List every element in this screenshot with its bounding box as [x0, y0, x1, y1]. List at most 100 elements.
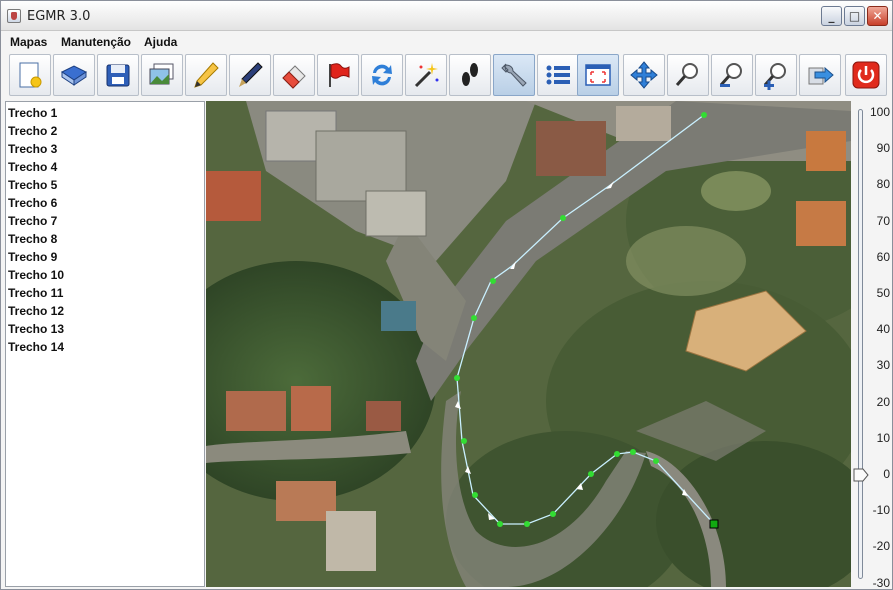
- zoom-scale-label: -10: [872, 503, 890, 518]
- zoom-in-icon: [763, 63, 786, 90]
- zoom-button[interactable]: [667, 54, 709, 96]
- open-button[interactable]: [53, 54, 95, 96]
- zoom-out-icon: [719, 63, 742, 87]
- zoom-scale-label: 80: [876, 177, 890, 192]
- title-bar[interactable]: EGMR 3.0 _ □ ✕: [1, 1, 892, 31]
- pen-icon: [239, 62, 263, 87]
- zoom-scale-label: -20: [872, 539, 890, 554]
- route-point[interactable]: [560, 215, 566, 221]
- trecho-item[interactable]: Trecho 4: [8, 158, 198, 176]
- map-view[interactable]: [206, 101, 851, 587]
- new-map-icon: [19, 62, 42, 88]
- route-point[interactable]: [701, 112, 707, 118]
- trecho-item[interactable]: Trecho 11: [8, 284, 198, 302]
- move-arrows-icon: [630, 61, 658, 89]
- save-disk-icon: [106, 64, 130, 87]
- maximize-button[interactable]: □: [844, 6, 865, 26]
- trecho-item[interactable]: Trecho 5: [8, 176, 198, 194]
- trecho-item[interactable]: Trecho 13: [8, 320, 198, 338]
- zoom-scale-label: 20: [876, 394, 890, 409]
- trecho-item[interactable]: Trecho 9: [8, 248, 198, 266]
- refresh-button[interactable]: [361, 54, 403, 96]
- trecho-item[interactable]: Trecho 14: [8, 338, 198, 356]
- route-point[interactable]: [490, 278, 496, 284]
- export-arrow-icon: [808, 66, 834, 85]
- wrench-icon: [501, 63, 527, 87]
- trecho-item[interactable]: Trecho 6: [8, 194, 198, 212]
- route-point[interactable]: [461, 438, 467, 444]
- zoom-scale-label: 100: [869, 105, 890, 119]
- route-point[interactable]: [524, 521, 530, 527]
- route-point[interactable]: [471, 315, 477, 321]
- flag-button[interactable]: [317, 54, 359, 96]
- wrench-button[interactable]: [493, 54, 535, 96]
- trecho-item[interactable]: Trecho 7: [8, 212, 198, 230]
- refresh-arrows-icon: [372, 64, 392, 86]
- zoom-scale-label: 0: [883, 467, 890, 481]
- route-point[interactable]: [454, 375, 460, 381]
- flag-icon: [329, 63, 350, 87]
- trecho-list[interactable]: Trecho 1 Trecho 2 Trecho 3 Trecho 4 Trecho 5…: [5, 101, 205, 587]
- app-window: EGMR 3.0 _ □ ✕ Mapas Manutenção Ajuda Tr…: [0, 0, 893, 590]
- trecho-item[interactable]: Trecho 8: [8, 230, 198, 248]
- zoom-out-button[interactable]: [711, 54, 753, 96]
- route-point[interactable]: [630, 449, 636, 455]
- trecho-item[interactable]: Trecho 2: [8, 122, 198, 140]
- eraser-icon: [282, 65, 306, 89]
- power-button[interactable]: [845, 54, 887, 96]
- fit-window-icon: [585, 64, 611, 86]
- zoom-scale-label: 40: [876, 322, 890, 337]
- zoom-slider[interactable]: 100 90 80 70 60 50 40 30 20 10 0 -10 -20 -30: [852, 101, 892, 590]
- footprints-icon: [462, 63, 478, 86]
- power-icon: [852, 61, 880, 89]
- trecho-item[interactable]: Trecho 3: [8, 140, 198, 158]
- route-point[interactable]: [653, 458, 659, 464]
- magic-wand-button[interactable]: [405, 54, 447, 96]
- pen-button[interactable]: [229, 54, 271, 96]
- route-point[interactable]: [497, 521, 503, 527]
- zoom-slider-track[interactable]: [858, 109, 863, 579]
- export-button[interactable]: [799, 54, 841, 96]
- images-icon: [149, 63, 174, 85]
- zoom-scale-label: 70: [876, 213, 890, 228]
- zoom-scale-label: 90: [876, 141, 890, 156]
- list-icon: [546, 65, 570, 85]
- zoom-scale-label: 50: [876, 286, 890, 300]
- java-app-icon: [7, 9, 21, 23]
- zoom-scale-label: 30: [876, 358, 890, 373]
- menu-ajuda[interactable]: Ajuda: [144, 35, 177, 49]
- pencil-button[interactable]: [185, 54, 227, 96]
- route-point[interactable]: [472, 492, 478, 498]
- zoom-scale-label: 60: [876, 249, 890, 264]
- new-map-button[interactable]: [9, 54, 51, 96]
- trecho-item[interactable]: Trecho 1: [8, 104, 198, 122]
- window-title: EGMR 3.0: [27, 9, 91, 24]
- menu-mapas[interactable]: Mapas: [10, 35, 47, 49]
- route-point[interactable]: [614, 451, 620, 457]
- save-button[interactable]: [97, 54, 139, 96]
- menu-bar: Mapas Manutenção Ajuda: [1, 32, 892, 52]
- toolbar: [1, 53, 892, 99]
- trecho-item[interactable]: Trecho 12: [8, 302, 198, 320]
- list-button[interactable]: [537, 54, 579, 96]
- zoom-icon: [675, 63, 698, 86]
- minimize-button[interactable]: _: [821, 6, 842, 26]
- zoom-in-button[interactable]: [755, 54, 797, 96]
- zoom-scale-label: -30: [872, 575, 890, 590]
- magic-wand-icon: [414, 63, 439, 88]
- zoom-scale-label: 10: [876, 430, 890, 445]
- trecho-item[interactable]: Trecho 10: [8, 266, 198, 284]
- move-button[interactable]: [623, 54, 665, 96]
- close-button[interactable]: ✕: [867, 6, 888, 26]
- images-button[interactable]: [141, 54, 183, 96]
- satellite-map[interactable]: [206, 101, 851, 587]
- footprints-button[interactable]: [449, 54, 491, 96]
- route-point[interactable]: [550, 511, 556, 517]
- route-point[interactable]: [588, 471, 594, 477]
- pencil-icon: [194, 62, 219, 88]
- menu-manutencao[interactable]: Manutenção: [61, 35, 131, 49]
- fit-window-button[interactable]: [577, 54, 619, 96]
- open-book-icon: [61, 65, 87, 86]
- eraser-button[interactable]: [273, 54, 315, 96]
- route-end-marker[interactable]: [709, 519, 719, 529]
